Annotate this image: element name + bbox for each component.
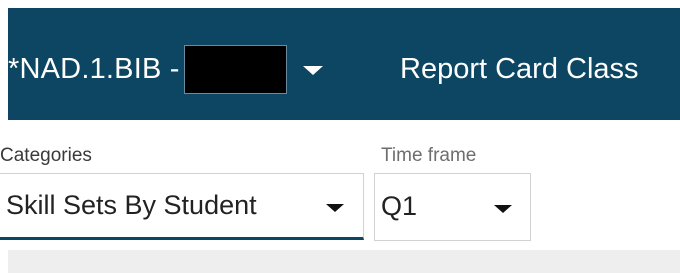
categories-select[interactable]: Skill Sets By Student [0,173,364,240]
caret-down-icon [494,205,512,213]
categories-label: Categories [0,145,92,166]
chevron-down-icon[interactable] [302,65,323,75]
page: *NAD.1.BIB - Report Card Class Categorie… [0,0,680,273]
class-selector[interactable]: *NAD.1.BIB - [8,44,323,94]
time-frame-select[interactable]: Q1 [374,173,531,241]
time-frame-label: Time frame [381,145,477,166]
time-frame-selected-value: Q1 [381,191,418,221]
categories-selected-value: Skill Sets By Student [6,190,257,220]
caret-down-icon [326,204,344,212]
top-gap [0,0,680,8]
content-panel [8,250,680,273]
header-bar: *NAD.1.BIB - Report Card Class [8,8,680,120]
page-title: Report Card Class [400,53,639,85]
redacted-class-section [183,44,287,94]
class-name: *NAD.1.BIB - [8,53,180,85]
